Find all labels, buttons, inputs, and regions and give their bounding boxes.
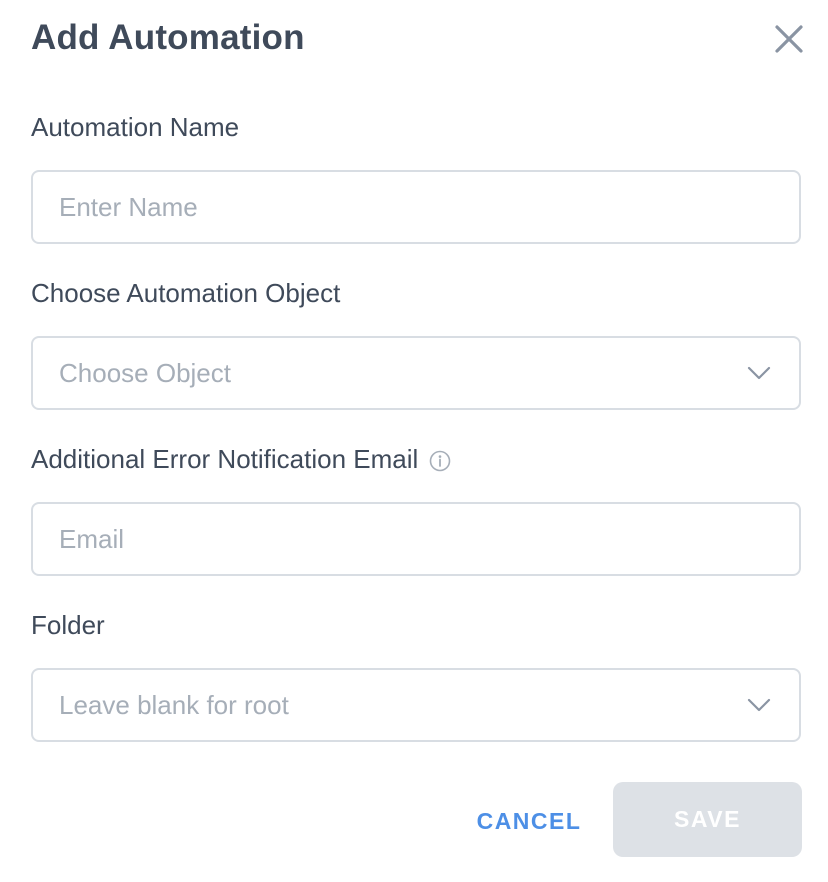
automation-name-label: Automation Name (31, 112, 240, 142)
cancel-button[interactable]: CANCEL (470, 796, 588, 846)
folder-placeholder: Leave blank for root (59, 689, 289, 720)
folder-select[interactable]: Leave blank for root (31, 668, 801, 742)
automation-object-select[interactable]: Choose Object (31, 336, 801, 410)
save-button[interactable]: SAVE (613, 782, 802, 857)
info-icon[interactable] (429, 450, 451, 472)
notification-email-label: Additional Error Notification Email (31, 444, 419, 474)
close-button[interactable] (772, 22, 806, 56)
dialog-title: Add Automation (31, 18, 305, 57)
notification-email-label-row: Additional Error Notification Email (31, 444, 451, 475)
automation-name-input[interactable] (59, 191, 773, 223)
notification-email-field-container (31, 502, 801, 576)
automation-object-label: Choose Automation Object (31, 278, 341, 308)
folder-label: Folder (31, 610, 105, 640)
chevron-down-icon (747, 698, 771, 712)
automation-name-field-container (31, 170, 801, 244)
notification-email-input[interactable] (59, 523, 773, 555)
close-icon (775, 25, 803, 53)
automation-object-placeholder: Choose Object (59, 357, 231, 388)
add-automation-dialog: Add Automation Automation Name Choose Au… (0, 0, 828, 882)
chevron-down-icon (747, 366, 771, 380)
